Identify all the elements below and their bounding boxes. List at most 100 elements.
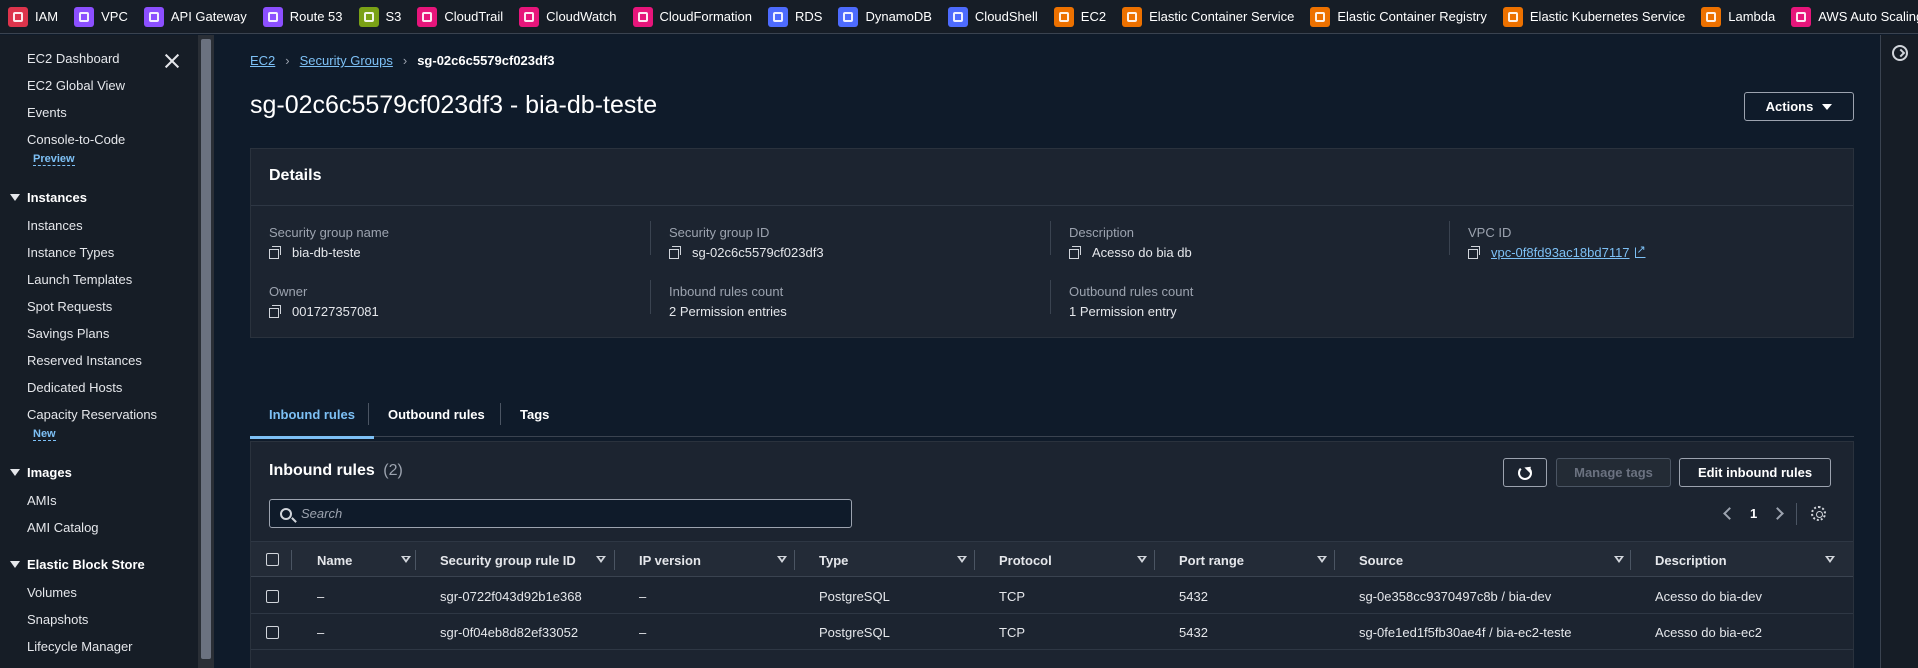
tab-inbound-rules[interactable]: Inbound rules: [250, 391, 374, 439]
sidebar-item-dedicated-hosts[interactable]: Dedicated Hosts: [27, 380, 122, 395]
auto-scaling-icon: [1791, 6, 1812, 27]
sidebar-item-console-to-code[interactable]: Console-to-Code: [27, 132, 125, 147]
sidebar-item-capacity-reservations[interactable]: Capacity Reservations: [27, 407, 157, 422]
service-shortcut[interactable]: RDS: [760, 0, 830, 33]
refresh-icon: [1518, 465, 1532, 480]
scrollbar-thumb[interactable]: [201, 39, 211, 659]
service-shortcut[interactable]: API Gateway: [136, 0, 255, 33]
api-gateway-icon: [143, 6, 164, 27]
column-header-name[interactable]: Name: [317, 542, 352, 578]
sidebar-item-instance-types[interactable]: Instance Types: [27, 245, 114, 260]
service-shortcut[interactable]: CloudTrail: [409, 0, 511, 33]
column-header-description[interactable]: Description: [1655, 542, 1727, 578]
table-row[interactable]: – sgr-0f04eb8d82ef33052 – PostgreSQL TCP…: [251, 614, 1853, 650]
sidebar-item-snapshots[interactable]: Snapshots: [27, 612, 88, 627]
tab-outbound-rules[interactable]: Outbound rules: [369, 391, 504, 437]
service-shortcut[interactable]: S3: [351, 0, 410, 33]
column-divider: [1449, 221, 1450, 255]
sidebar-item-ami-catalog[interactable]: AMI Catalog: [27, 520, 99, 535]
sidebar-item-amis[interactable]: AMIs: [27, 493, 57, 508]
column-header-source[interactable]: Source: [1359, 542, 1403, 578]
copy-icon[interactable]: [269, 246, 282, 259]
search-input[interactable]: [301, 506, 841, 521]
service-shortcut[interactable]: Elastic Container Service: [1114, 0, 1302, 33]
refresh-button[interactable]: [1503, 458, 1547, 487]
sidebar-section-elastic-block-store[interactable]: Elastic Block Store: [10, 557, 145, 572]
divider: [251, 205, 1853, 206]
service-label: DynamoDB: [865, 9, 932, 24]
info-panel-icon[interactable]: [1892, 45, 1908, 61]
service-shortcut[interactable]: Elastic Container Registry: [1302, 0, 1495, 33]
sidebar-item-volumes[interactable]: Volumes: [27, 585, 77, 600]
manage-tags-button[interactable]: Manage tags: [1556, 458, 1671, 487]
inbound-rules-title: Inbound rules: [269, 462, 375, 479]
service-shortcut[interactable]: CloudShell: [940, 0, 1046, 33]
row-checkbox[interactable]: [266, 626, 279, 639]
service-shortcut[interactable]: Elastic Kubernetes Service: [1495, 0, 1693, 33]
cell-type: PostgreSQL: [819, 624, 890, 640]
settings-gear-icon[interactable]: [1811, 506, 1827, 521]
copy-icon[interactable]: [1069, 246, 1082, 259]
breadcrumb-ec2[interactable]: EC2: [250, 53, 275, 68]
search-field[interactable]: [269, 499, 852, 528]
sort-icon[interactable]: [1614, 556, 1624, 563]
sidebar-item-events[interactable]: Events: [27, 105, 67, 120]
vpc-id-link[interactable]: vpc-0f8fd93ac18bd7117: [1491, 245, 1630, 260]
copy-icon[interactable]: [269, 305, 282, 318]
table-row[interactable]: – sgr-0722f043d92b1e368 – PostgreSQL TCP…: [251, 578, 1853, 614]
sidebar-item-reserved-instances[interactable]: Reserved Instances: [27, 353, 142, 368]
service-shortcut[interactable]: EC2: [1046, 0, 1114, 33]
service-shortcut[interactable]: IAM: [0, 0, 66, 33]
close-icon[interactable]: [162, 51, 182, 71]
service-shortcut[interactable]: VPC: [66, 0, 136, 33]
inbound-count-value: 2 Permission entries: [669, 304, 787, 319]
row-checkbox[interactable]: [266, 590, 279, 603]
sidebar-item-instances[interactable]: Instances: [27, 218, 83, 233]
copy-icon[interactable]: [1468, 246, 1481, 259]
column-header-protocol[interactable]: Protocol: [999, 542, 1052, 578]
service-shortcut[interactable]: Route 53: [255, 0, 351, 33]
chevron-right-icon[interactable]: [1771, 507, 1785, 520]
pager-divider: [1796, 502, 1798, 525]
sort-icon[interactable]: [957, 556, 967, 563]
edit-inbound-rules-button[interactable]: Edit inbound rules: [1679, 458, 1831, 487]
service-shortcut[interactable]: AWS Auto Scaling: [1783, 0, 1918, 33]
actions-button[interactable]: Actions: [1744, 92, 1854, 121]
sidebar-section-instances[interactable]: Instances: [10, 190, 87, 205]
service-label: CloudFormation: [659, 9, 753, 24]
table-header: Name Security group rule ID IP version T…: [251, 541, 1853, 577]
sidebar-item-launch-templates[interactable]: Launch Templates: [27, 272, 132, 287]
service-shortcut[interactable]: Lambda: [1693, 0, 1783, 33]
column-header-type[interactable]: Type: [819, 542, 848, 578]
sort-icon[interactable]: [401, 556, 411, 563]
cell-rule-id: sgr-0722f043d92b1e368: [440, 588, 582, 604]
column-header-port-range[interactable]: Port range: [1179, 542, 1244, 578]
cell-name: –: [317, 624, 325, 640]
sidebar-section-images[interactable]: Images: [10, 465, 72, 480]
cell-description: Acesso do bia-dev: [1655, 588, 1762, 604]
sort-icon[interactable]: [1137, 556, 1147, 563]
sort-icon[interactable]: [777, 556, 787, 563]
sidebar-scrollbar[interactable]: [198, 35, 214, 668]
sort-icon[interactable]: [1317, 556, 1327, 563]
page-number[interactable]: 1: [1750, 506, 1757, 521]
sort-icon[interactable]: [596, 556, 606, 563]
service-shortcut[interactable]: CloudFormation: [625, 0, 761, 33]
ecr-icon: [1310, 6, 1331, 27]
sidebar-item-ec2-global-view[interactable]: EC2 Global View: [27, 78, 125, 93]
tab-tags[interactable]: Tags: [501, 391, 568, 437]
chevron-right-icon: ›: [285, 53, 290, 68]
copy-icon[interactable]: [669, 246, 682, 259]
sidebar-item-savings-plans[interactable]: Savings Plans: [27, 326, 109, 341]
column-header-rule-id[interactable]: Security group rule ID: [440, 542, 576, 578]
column-header-ip-version[interactable]: IP version: [639, 542, 701, 578]
service-shortcut[interactable]: CloudWatch: [511, 0, 624, 33]
sidebar-item-spot-requests[interactable]: Spot Requests: [27, 299, 112, 314]
chevron-left-icon[interactable]: [1723, 507, 1736, 520]
sort-icon[interactable]: [1825, 556, 1835, 563]
breadcrumb-security-groups[interactable]: Security Groups: [300, 53, 393, 68]
select-all-checkbox[interactable]: [266, 553, 279, 566]
service-shortcut[interactable]: DynamoDB: [830, 0, 939, 33]
sidebar-item-lifecycle-manager[interactable]: Lifecycle Manager: [27, 639, 133, 654]
sidebar-item-ec2-dashboard[interactable]: EC2 Dashboard: [27, 51, 120, 66]
